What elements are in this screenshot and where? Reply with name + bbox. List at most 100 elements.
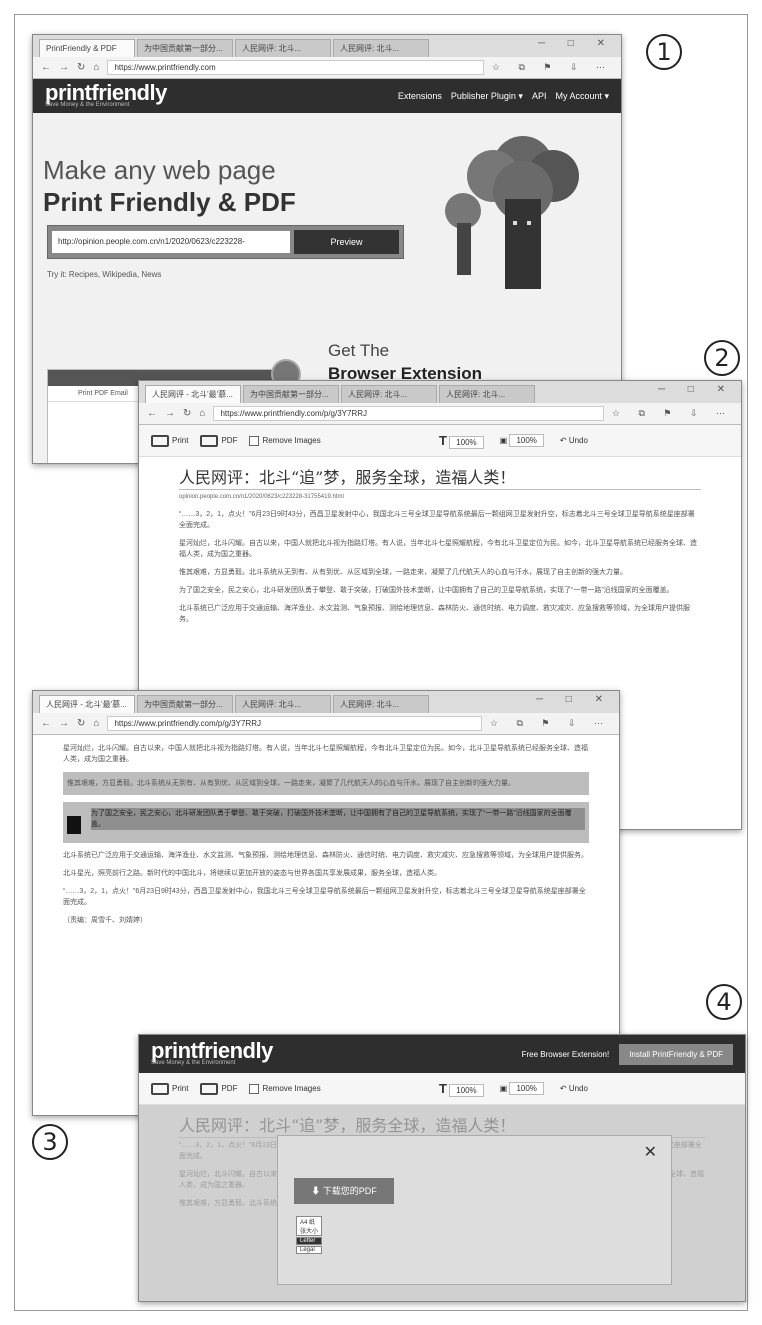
tab[interactable]: 人民网评 - 北斗'最'慕... (145, 385, 241, 403)
remove-images-toggle[interactable]: Remove Images (249, 435, 321, 446)
checkbox-icon (249, 435, 260, 446)
pdf-button[interactable]: PDF (200, 1082, 237, 1095)
paragraph[interactable]: 为了国之安全，民之安心，北斗研发团队勇于攀登、敢于突破，打破国外技术垄断，让中国… (91, 808, 585, 830)
pdf-button[interactable]: PDF (200, 434, 237, 447)
paper-size-select[interactable]: A4 纸张大小 Letter Legal (296, 1216, 322, 1255)
tab[interactable]: 人民网评 - 北斗'最'慕... (39, 695, 135, 713)
paragraph[interactable]: 北斗系统已广泛应用于交通运输、海洋渔业、水文监测、气象预报、测绘地理信息、森林防… (63, 850, 589, 861)
nav-api[interactable]: API (532, 91, 547, 102)
paragraph[interactable]: 星河灿烂，北斗闪耀。自古以来，中国人就把北斗视为指路灯塔。有人说，当年北斗七星照… (179, 538, 701, 560)
image-size-control[interactable]: ▣ 100% (500, 434, 544, 447)
tree-illustration (445, 136, 579, 289)
tab[interactable]: 人民网评: 北斗... (341, 385, 437, 403)
tab[interactable]: 人民网评: 北斗... (235, 695, 331, 713)
tab[interactable]: 为中国贡献第一部分... (243, 385, 339, 403)
print-toolbar: Print PDF Remove Images T 100% ▣ 100% ↶ … (139, 1073, 745, 1105)
tab[interactable]: 为中国贡献第一部分... (137, 39, 233, 57)
text-size-control[interactable]: T 100% (439, 1081, 484, 1097)
refresh-icon[interactable]: ↻ (183, 408, 191, 419)
extension-promo: Free Browser Extension! Install PrintFri… (521, 1043, 733, 1065)
tab[interactable]: 人民网评: 北斗... (333, 39, 429, 57)
screenshot-4: printfriendly Save Money & the Environmen… (138, 1034, 746, 1302)
tab[interactable]: 人民网评: 北斗... (235, 39, 331, 57)
nav-my-account[interactable]: My Account ▾ (555, 91, 609, 102)
tab-bar: PrintFriendly & PDF 为中国贡献第一部分... 人民网评: 北… (33, 35, 621, 57)
page-url-input[interactable]: http://opinion.people.com.cn/n1/2020/062… (52, 231, 290, 253)
paragraph[interactable]: 星河灿烂，北斗闪耀。自古以来，中国人就把北斗视为指路灯塔。有人说，当年北斗七星照… (63, 743, 589, 765)
text-size-control[interactable]: T 100% (439, 433, 484, 449)
window-controls[interactable]: ─ □ ✕ (658, 384, 735, 395)
checkbox-icon (249, 1083, 260, 1094)
tab-printfriendly[interactable]: PrintFriendly & PDF (39, 39, 135, 57)
back-icon[interactable]: ← (147, 408, 157, 419)
browser-toolbar-icons[interactable]: ☆ ⧉ ⚑ ⇩ ⋯ (612, 408, 733, 419)
selected-paragraph[interactable]: 为了国之安全，民之安心，北斗研发团队勇于攀登、敢于突破，打破国外技术垄断，让中国… (63, 802, 589, 843)
paragraph[interactable]: 为了国之安全，民之安心，北斗研发团队勇于攀登、敢于突破，打破国外技术垄断，让中国… (179, 585, 701, 596)
headline-line-2: Print Friendly & PDF (43, 187, 296, 217)
tab[interactable]: 人民网评: 北斗... (439, 385, 535, 403)
remove-images-toggle[interactable]: Remove Images (249, 1083, 321, 1094)
step-label-3: 3 (32, 1124, 68, 1160)
undo-button[interactable]: ↶ Undo (560, 1084, 588, 1093)
printfriendly-navbar: printfriendly Save Money & the Environmen… (139, 1035, 745, 1073)
headline-line-1: Make any web page (43, 155, 276, 185)
size-controls: T 100% ▣ 100% ↶ Undo (439, 1081, 588, 1097)
paragraph[interactable]: “……3，2，1，点火！”6月23日9时43分，西昌卫星发射中心，我国北斗三号全… (179, 509, 701, 531)
get-the-label: Get The (328, 341, 390, 360)
try-it-links[interactable]: Try it: Recipes, Wikipedia, News (47, 270, 161, 279)
size-controls: T 100% ▣ 100% ↶ Undo (439, 433, 588, 449)
nav-links: Extensions Publisher Plugin ▾ API My Acc… (398, 91, 609, 102)
refresh-icon[interactable]: ↻ (77, 62, 85, 73)
nav-publisher-plugin[interactable]: Publisher Plugin ▾ (451, 91, 523, 102)
back-icon[interactable]: ← (41, 718, 51, 729)
pdf-icon (200, 434, 219, 447)
forward-icon[interactable]: → (59, 62, 69, 73)
printfriendly-logo[interactable]: printfriendly Save Money & the Environmen… (45, 81, 167, 109)
url-field[interactable]: https://www.printfriendly.com (107, 60, 484, 75)
url-field[interactable]: https://www.printfriendly.com/p/g/3Y7RRJ (107, 716, 482, 731)
printer-icon (151, 1082, 169, 1095)
refresh-icon[interactable]: ↻ (77, 718, 85, 729)
window-controls[interactable]: ─ □ ✕ (538, 38, 615, 49)
forward-icon[interactable]: → (165, 408, 175, 419)
undo-button[interactable]: ↶ Undo (560, 436, 588, 445)
browser-toolbar-icons[interactable]: ☆ ⧉ ⚑ ⇩ ⋯ (490, 718, 611, 729)
install-extension-button[interactable]: Install PrintFriendly & PDF (619, 1043, 733, 1065)
paragraph[interactable]: 惟其艰难，方显勇毅。北斗系统从无到有、从有到优、从区域到全球，一路走来，凝聚了几… (179, 567, 701, 578)
print-button[interactable]: Print (151, 1082, 188, 1095)
paragraph[interactable]: “……3，2，1，点火！”6月23日9时43分，西昌卫星发射中心，我国北斗三号全… (63, 886, 589, 908)
article-title[interactable]: 人民网评：北斗“追”梦，服务全球，造福人类！ (179, 467, 701, 490)
home-icon[interactable]: ⌂ (93, 718, 99, 729)
download-pdf-button[interactable]: ⬇ 下载您的PDF (294, 1178, 394, 1204)
article-source: opinion.people.com.cn/n1/2020/0623/c2232… (179, 494, 344, 500)
address-bar: ← → ↻ ⌂ https://www.printfriendly.com/p/… (139, 403, 741, 425)
page: 1 2 3 4 PrintFriendly & PDF 为中国贡献第一部分...… (0, 0, 762, 1325)
delete-trash-icon[interactable] (67, 816, 81, 834)
address-bar: ← → ↻ ⌂ https://www.printfriendly.com/p/… (33, 713, 619, 735)
image-size-control[interactable]: ▣ 100% (500, 1082, 544, 1095)
paper-size-option[interactable]: Legal (296, 1246, 322, 1254)
url-field[interactable]: https://www.printfriendly.com/p/g/3Y7RRJ (213, 406, 604, 421)
step-label-4: 4 (706, 984, 742, 1020)
close-icon[interactable]: ✕ (644, 1142, 657, 1162)
paper-size-option[interactable]: A4 纸张大小 (296, 1216, 322, 1236)
highlighted-paragraph[interactable]: 惟其艰难，方显勇毅。北斗系统从无到有、从有到优、从区域到全球，一路走来，凝聚了几… (63, 772, 589, 795)
editor-note: （责编：周雪千、刘婧婷） (63, 917, 147, 924)
browser-toolbar-icons[interactable]: ☆ ⧉ ⚑ ⇩ ⋯ (492, 62, 613, 73)
free-extension-text: Free Browser Extension! (521, 1049, 610, 1059)
article-preview: 人民网评：北斗“追”梦，服务全球，造福人类！ opinion.people.co… (139, 457, 741, 642)
home-icon[interactable]: ⌂ (199, 408, 205, 419)
tab[interactable]: 为中国贡献第一部分... (137, 695, 233, 713)
forward-icon[interactable]: → (59, 718, 69, 729)
nav-extensions[interactable]: Extensions (398, 91, 442, 102)
print-button[interactable]: Print (151, 434, 188, 447)
home-icon[interactable]: ⌂ (93, 62, 99, 73)
paper-size-option-selected[interactable]: Letter (296, 1237, 322, 1245)
tab[interactable]: 人民网评: 北斗... (333, 695, 429, 713)
paragraph[interactable]: 北斗星光，照亮前行之路。新时代的中国北斗，将继续以更加开放的姿态与世界各国共享发… (63, 868, 589, 879)
window-controls[interactable]: ─ □ ✕ (536, 694, 613, 705)
paragraph[interactable]: 北斗系统已广泛应用于交通运输、海洋渔业、水文监测、气象预报、测绘地理信息、森林防… (179, 603, 701, 625)
preview-button[interactable]: Preview (294, 230, 399, 254)
back-icon[interactable]: ← (41, 62, 51, 73)
printfriendly-logo[interactable]: printfriendly Save Money & the Environmen… (151, 1039, 273, 1067)
